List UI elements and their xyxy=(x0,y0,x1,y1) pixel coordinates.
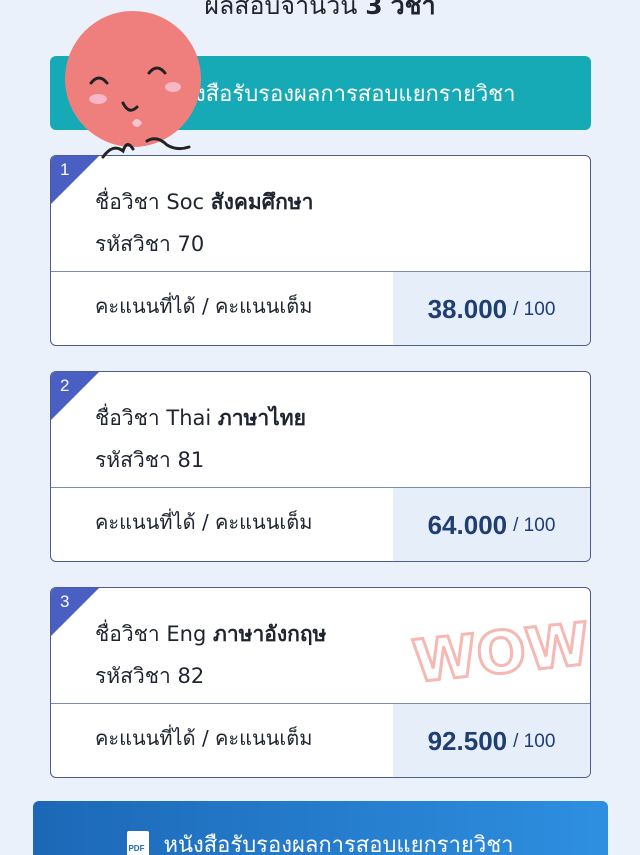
subject-index: 3 xyxy=(60,592,70,611)
score-row: คะแนนที่ได้ / คะแนนเต็ม 38.000 / 100 xyxy=(51,272,590,345)
download-certificate-button[interactable]: PDF หนังสือรับรองผลการสอบแยกรายวิชา xyxy=(33,801,608,855)
pdf-icon: PDF xyxy=(127,831,150,855)
smiley-sticker-icon xyxy=(65,11,201,159)
score-row: คะแนนที่ได้ / คะแนนเต็ม 64.000 / 100 xyxy=(51,488,590,561)
score-max: / 100 xyxy=(513,514,556,536)
subject-name-thai: สังคมศึกษา xyxy=(210,190,314,214)
index-badge xyxy=(51,372,99,420)
certificate-banner-label: หนังสือรับรองผลการสอบแยกรายวิชา xyxy=(165,81,516,107)
download-certificate-label: หนังสือรับรองผลการสอบแยกรายวิชา xyxy=(163,832,514,855)
score-value: 38.000 xyxy=(427,294,508,324)
score-value: 92.500 xyxy=(427,726,508,756)
subject-name-prefix: ชื่อวิชา Eng xyxy=(95,622,207,646)
index-badge xyxy=(51,588,99,636)
score-label: คะแนนที่ได้ / คะแนนเต็ม xyxy=(95,510,313,534)
subject-code: รหัสวิชา 70 xyxy=(95,232,205,256)
subject-card: 1 ชื่อวิชา Soc สังคมศึกษา รหัสวิชา 70 คะ… xyxy=(50,155,591,346)
subject-name-prefix: ชื่อวิชา Soc xyxy=(95,190,205,214)
title-prefix: ผลสอบจำนวน xyxy=(204,0,358,20)
score-box: 64.000 / 100 xyxy=(393,488,590,561)
score-label: คะแนนที่ได้ / คะแนนเต็ม xyxy=(95,294,313,318)
score-max: / 100 xyxy=(513,298,556,320)
subject-name: ชื่อวิชา Soc สังคมศึกษา xyxy=(95,186,313,219)
index-badge xyxy=(51,156,99,204)
subject-info: 1 ชื่อวิชา Soc สังคมศึกษา รหัสวิชา 70 xyxy=(51,156,590,272)
wow-sticker-icon: WOW! xyxy=(408,605,588,693)
subject-card: 2 ชื่อวิชา Thai ภาษาไทย รหัสวิชา 81 คะแน… xyxy=(50,371,591,562)
subject-code: รหัสวิชา 82 xyxy=(95,664,205,688)
subject-name-prefix: ชื่อวิชา Thai xyxy=(95,406,212,430)
score-box: 92.500 / 100 xyxy=(393,704,590,777)
score-box: 38.000 / 100 xyxy=(393,272,590,345)
title-suffix: วิชา xyxy=(390,0,436,20)
pdf-icon-text: PDF xyxy=(128,844,145,853)
wow-sticker-text: WOW! xyxy=(409,607,588,693)
subject-count: 3 xyxy=(365,0,383,20)
subject-name: ชื่อวิชา Eng ภาษาอังกฤษ xyxy=(95,618,326,651)
subject-index: 2 xyxy=(60,376,70,395)
subject-info: 2 ชื่อวิชา Thai ภาษาไทย รหัสวิชา 81 xyxy=(51,372,590,488)
score-max: / 100 xyxy=(513,730,556,752)
subject-name-thai: ภาษาอังกฤษ xyxy=(212,622,327,646)
subject-index: 1 xyxy=(60,160,70,179)
score-row: คะแนนที่ได้ / คะแนนเต็ม 92.500 / 100 xyxy=(51,704,590,777)
subject-code: รหัสวิชา 81 xyxy=(95,448,205,472)
subject-name: ชื่อวิชา Thai ภาษาไทย xyxy=(95,402,306,435)
subject-name-thai: ภาษาไทย xyxy=(217,406,306,430)
score-label: คะแนนที่ได้ / คะแนนเต็ม xyxy=(95,726,313,750)
score-value: 64.000 xyxy=(427,510,508,540)
